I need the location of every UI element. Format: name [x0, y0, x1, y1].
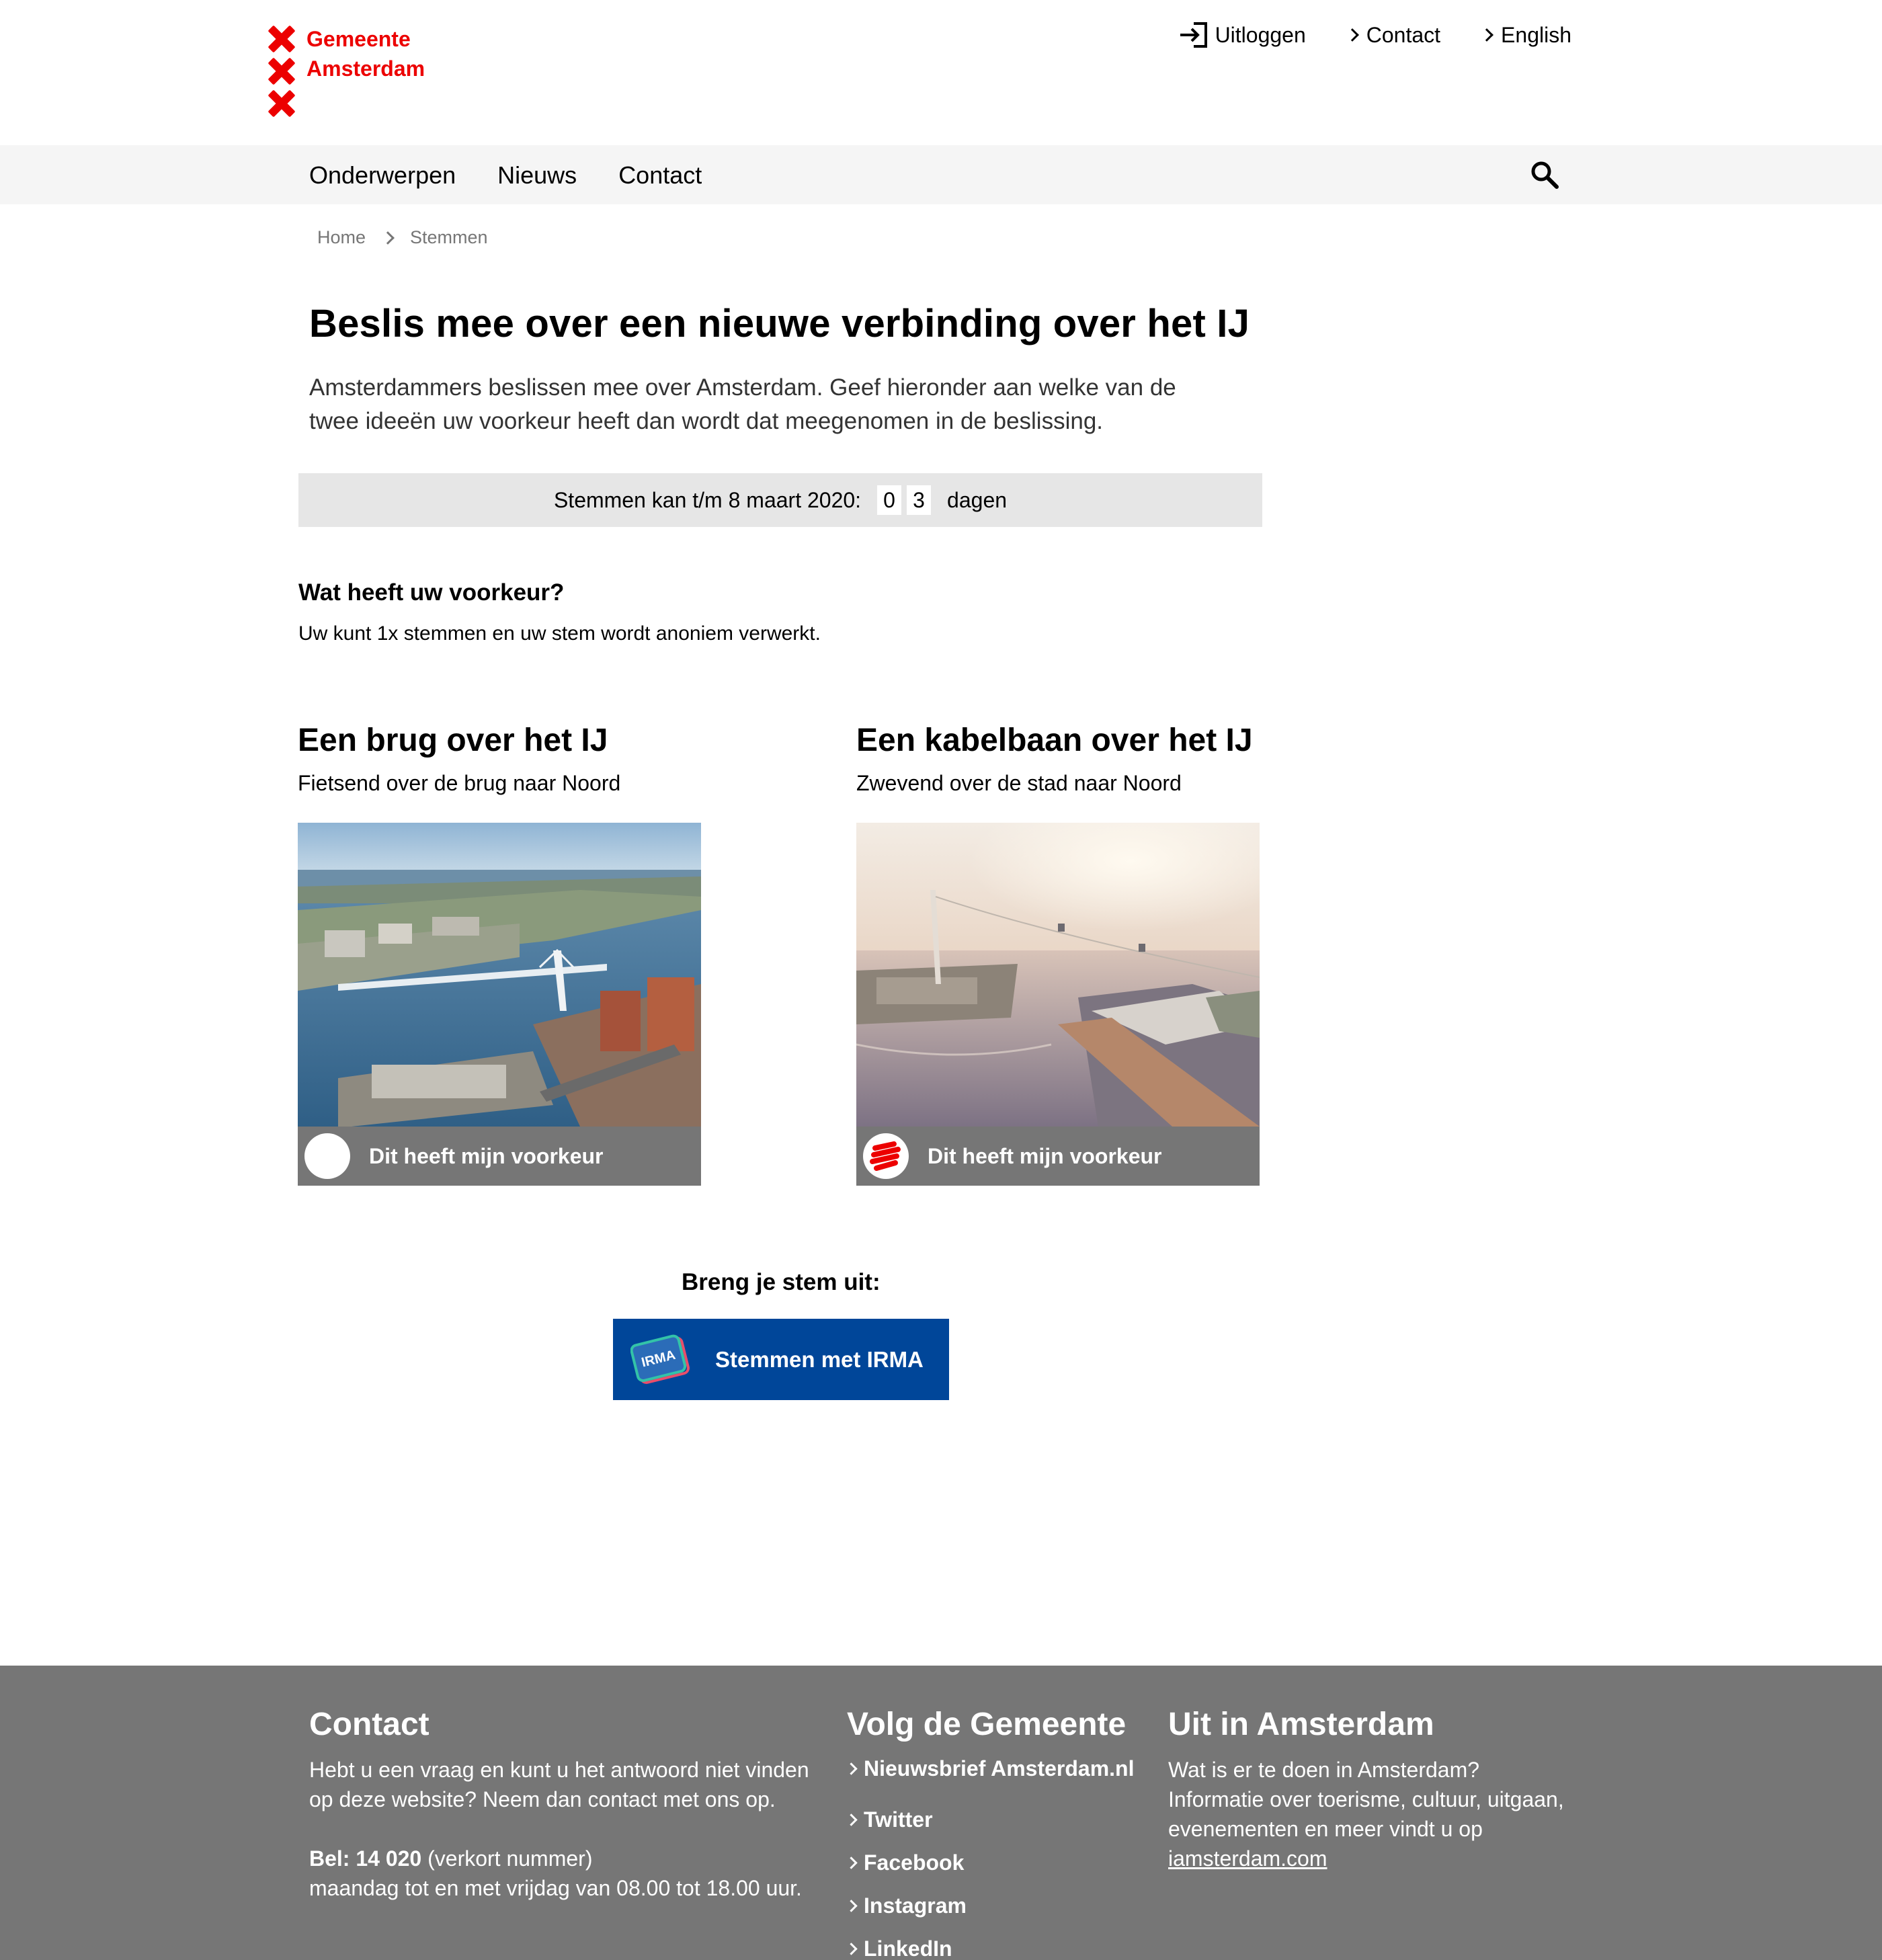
preference-subtitle: Uw kunt 1x stemmen en uw stem wordt anon… [298, 622, 821, 645]
chevron-right-icon [1345, 28, 1359, 42]
option-title: Een brug over het IJ [298, 723, 608, 758]
footer-follow-title: Volg de Gemeente [847, 1707, 1127, 1742]
countdown-unit: dagen [947, 487, 1008, 512]
chevron-right-icon [381, 231, 395, 245]
main-nav: Onderwerpen Nieuws Contact [0, 145, 1882, 204]
vote-label: Breng je stem uit: [682, 1269, 881, 1295]
footer-link-newsletter[interactable]: Nieuwsbrief Amsterdam.nl [845, 1755, 1156, 1782]
countdown-digit: 0 [877, 485, 902, 515]
option-cablecar: Een kabelbaan over het IJ Zwevend over d… [856, 722, 1260, 1186]
nav-item-onderwerpen[interactable]: Onderwerpen [309, 161, 456, 190]
logo-text: Gemeente Amsterdam [306, 27, 425, 81]
search-icon[interactable] [1530, 160, 1559, 190]
footer-contact: Contact Hebt u een vraag en kunt u het a… [309, 1706, 820, 1903]
footer-link-linkedin[interactable]: LinkedIn [845, 1927, 1156, 1960]
chevron-right-icon [845, 1899, 858, 1912]
footer-phone: Bel: 14 020 (verkort nummer) [309, 1846, 593, 1871]
footer-link-twitter[interactable]: Twitter [845, 1798, 1156, 1841]
irma-logo-icon: IRMA [630, 1334, 690, 1384]
contact-label: Contact [1366, 22, 1441, 47]
footer-uit-title: Uit in Amsterdam [1168, 1707, 1434, 1742]
logout-label: Uitloggen [1215, 22, 1306, 47]
irma-button-label: Stemmen met IRMA [715, 1346, 924, 1372]
bridge-image [298, 823, 701, 1127]
breadcrumb: Home Stemmen [317, 227, 488, 248]
footer-uit: Uit in Amsterdam Wat is er te doen in Am… [1168, 1706, 1571, 1873]
option-title: Een kabelbaan over het IJ [856, 723, 1253, 758]
iamsterdam-link[interactable]: iamsterdam.com [1168, 1846, 1327, 1871]
page-title: Beslis mee over een nieuwe verbinding ov… [309, 302, 1250, 345]
andreas-crosses-icon [268, 26, 296, 117]
option-subtitle: Fietsend over de brug naar Noord [298, 771, 621, 795]
english-link[interactable]: English [1480, 22, 1571, 48]
chevron-right-icon [1480, 28, 1494, 42]
option-bridge: Een brug over het IJ Fietsend over de br… [298, 722, 701, 1186]
footer-uit-text: Wat is er te doen in Amsterdam? Informat… [1168, 1758, 1564, 1871]
top-links: Uitloggen Contact English [1179, 22, 1571, 48]
gemeente-amsterdam-logo[interactable]: Gemeente Amsterdam [268, 26, 425, 117]
chevron-right-icon [845, 1762, 858, 1775]
english-label: English [1501, 22, 1571, 47]
footer-follow: Volg de Gemeente Nieuwsbrief Amsterdam.n… [845, 1706, 1156, 1960]
cablecar-image [856, 823, 1260, 1127]
chevron-right-icon [845, 1942, 858, 1955]
option-subtitle: Zwevend over de stad naar Noord [856, 771, 1182, 795]
radio-unselected-icon[interactable] [304, 1133, 350, 1179]
countdown-digit: 3 [907, 485, 932, 515]
footer-link-facebook[interactable]: Facebook [845, 1841, 1156, 1884]
breadcrumb-current: Stemmen [410, 227, 488, 247]
breadcrumb-home[interactable]: Home [317, 227, 366, 248]
nav-item-nieuws[interactable]: Nieuws [497, 161, 577, 190]
footer-hours: maandag tot en met vrijdag van 08.00 tot… [309, 1876, 802, 1900]
footer-link-instagram[interactable]: Instagram [845, 1884, 1156, 1927]
radio-selected-icon[interactable] [863, 1133, 909, 1179]
footer-contact-title: Contact [309, 1707, 429, 1742]
footer: Contact Hebt u een vraag en kunt u het a… [0, 1666, 1882, 1960]
option-select-button[interactable]: Dit heeft mijn voorkeur [298, 1127, 701, 1186]
irma-vote-button[interactable]: IRMA Stemmen met IRMA [613, 1319, 949, 1400]
nav-item-contact[interactable]: Contact [618, 161, 702, 190]
logout-link[interactable]: Uitloggen [1179, 22, 1306, 48]
chevron-right-icon [845, 1813, 858, 1826]
countdown-label: Stemmen kan t/m 8 maart 2020: [553, 487, 862, 512]
chevron-right-icon [845, 1856, 858, 1869]
countdown-bar: Stemmen kan t/m 8 maart 2020: 0 3 dagen [298, 473, 1262, 527]
contact-link[interactable]: Contact [1345, 22, 1441, 48]
footer-contact-text: Hebt u een vraag en kunt u het antwoord … [309, 1758, 809, 1811]
option-select-label: Dit heeft mijn voorkeur [369, 1143, 604, 1168]
option-select-label: Dit heeft mijn voorkeur [928, 1143, 1162, 1168]
logout-icon [1180, 22, 1207, 48]
intro-text: Amsterdammers beslissen mee over Amsterd… [309, 374, 1176, 434]
preference-title: Wat heeft uw voorkeur? [298, 579, 565, 606]
option-select-button[interactable]: Dit heeft mijn voorkeur [856, 1127, 1260, 1186]
